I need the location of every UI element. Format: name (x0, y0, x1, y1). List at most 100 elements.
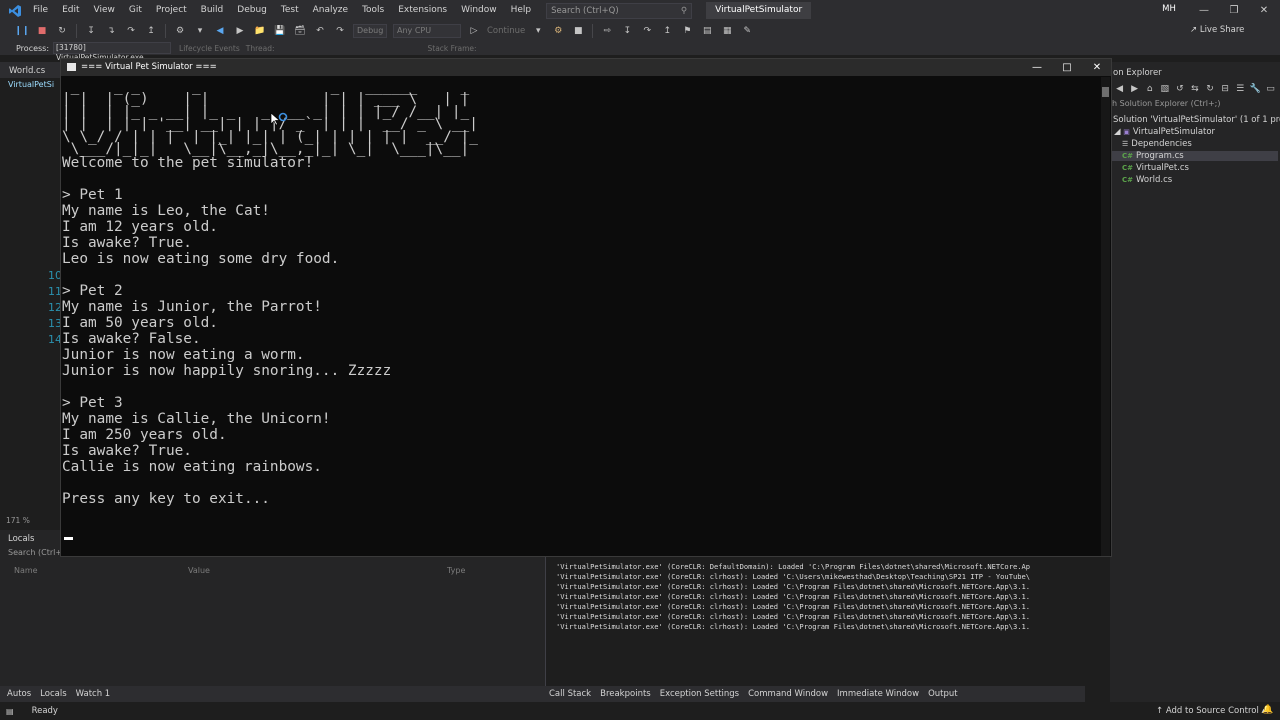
process-select[interactable]: [31780] VirtualPetSimulator.exe (53, 42, 172, 62)
tab-call-stack[interactable]: Call Stack (549, 689, 591, 699)
tab-watch-1[interactable]: Watch 1 (76, 689, 111, 699)
play-icon[interactable]: ▷ (466, 24, 482, 38)
show-next-statement-icon[interactable]: ⇨ (599, 24, 615, 38)
sol-home-icon[interactable]: ⌂ (1144, 82, 1155, 96)
tab-command-window[interactable]: Command Window (748, 689, 828, 699)
sol-back-icon[interactable]: ◀ (1114, 82, 1125, 96)
tab-world-cs[interactable]: World.cs (9, 66, 45, 76)
stack-frame-label: Stack Frame: (427, 43, 477, 53)
sol-forward-icon[interactable]: ▶ (1129, 82, 1140, 96)
menu-test[interactable]: Test (274, 0, 306, 21)
diagnostic-icon[interactable]: ⚙ (550, 24, 566, 38)
restore-icon[interactable]: ❐ (1218, 0, 1250, 21)
open-folder-icon[interactable]: 📁 (252, 24, 268, 38)
menu-build[interactable]: Build (194, 0, 231, 21)
sol-collapse-icon[interactable]: ⊟ (1220, 82, 1231, 96)
menu-debug[interactable]: Debug (230, 0, 274, 21)
menu-git[interactable]: Git (122, 0, 149, 21)
bookmark-icon[interactable]: ⚑ (679, 24, 695, 38)
configuration-select[interactable]: Debug (353, 24, 387, 38)
uncomment-icon[interactable]: ▦ (719, 24, 735, 38)
pause-icon[interactable]: ❙❙ (14, 24, 30, 38)
project-node[interactable]: ◢ ▣ VirtualPetSimulator (1114, 127, 1215, 137)
add-to-source-control-button[interactable]: ↑ Add to Source Control ▴ (1156, 706, 1266, 716)
dependencies-node[interactable]: ☰ Dependencies (1122, 139, 1192, 149)
step-out-toolbar-icon[interactable]: ↥ (659, 24, 675, 38)
menu-analyze[interactable]: Analyze (306, 0, 355, 21)
sol-sync-icon[interactable]: ⇆ (1189, 82, 1200, 96)
save-icon[interactable]: 💾 (272, 24, 288, 38)
step-into-specific-icon[interactable]: ↧ (619, 24, 635, 38)
file-node-virtualpet-cs[interactable]: C# VirtualPet.cs (1122, 163, 1189, 173)
step-over-toolbar-icon[interactable]: ↷ (639, 24, 655, 38)
format-icon[interactable]: ✎ (739, 24, 755, 38)
console-close-icon[interactable]: ✕ (1082, 59, 1112, 76)
editor-navigation-bar[interactable]: VirtualPetSi (8, 80, 54, 89)
solution-node[interactable]: Solution 'VirtualPetSimulator' (1 of 1 p… (1113, 115, 1280, 125)
continue-button[interactable]: Continue (487, 26, 525, 36)
menu-file[interactable]: File (26, 0, 55, 21)
tab-immediate-window[interactable]: Immediate Window (837, 689, 919, 699)
console-scrollbar[interactable] (1101, 77, 1110, 556)
toolbar-separator (592, 24, 594, 38)
lifecycle-events-button[interactable]: Lifecycle Events (179, 44, 240, 53)
tab-output[interactable]: Output (928, 689, 958, 699)
undo-icon[interactable]: ↶ (312, 24, 328, 38)
continue-dropdown-icon[interactable]: ▾ (530, 24, 546, 38)
stop-icon[interactable]: ■ (34, 24, 50, 38)
minimize-icon[interactable]: — (1188, 0, 1220, 21)
close-icon[interactable]: ✕ (1248, 0, 1280, 21)
menu-help[interactable]: Help (504, 0, 539, 21)
navigate-forward-icon[interactable]: ▶ (232, 24, 248, 38)
tab-exception-settings[interactable]: Exception Settings (660, 689, 739, 699)
project-node-label: VirtualPetSimulator (1132, 127, 1216, 137)
user-avatar[interactable]: MH (1160, 4, 1178, 17)
sol-switch-views-icon[interactable]: ▧ (1159, 82, 1170, 96)
break-all-icon[interactable]: ■ (570, 24, 586, 38)
console-scrollbar-thumb[interactable] (1102, 87, 1109, 97)
locals-column-type[interactable]: Type (447, 566, 465, 575)
menu-view[interactable]: View (87, 0, 122, 21)
step-icon[interactable]: ↧ (83, 24, 99, 38)
hot-reload-icon[interactable]: ⚙ (172, 24, 188, 38)
step-out-icon[interactable]: ↥ (143, 24, 159, 38)
platform-select[interactable]: Any CPU (393, 24, 461, 38)
solution-explorer-search-input[interactable]: h Solution Explorer (Ctrl+;) (1112, 99, 1278, 111)
save-all-icon[interactable]: 🗃 (292, 24, 308, 38)
restart-icon[interactable]: ↻ (54, 24, 70, 38)
tab-autos[interactable]: Autos (7, 689, 31, 699)
live-share-button[interactable]: ↗ Live Share (1190, 25, 1244, 35)
sol-refresh-icon[interactable]: ↻ (1204, 82, 1215, 96)
step-into-icon[interactable]: ↴ (103, 24, 119, 38)
expand-icon[interactable]: ◢ (1114, 127, 1121, 137)
redo-icon[interactable]: ↷ (332, 24, 348, 38)
dependencies-icon: ☰ (1122, 140, 1129, 148)
menu-tools[interactable]: Tools (355, 0, 391, 21)
console-maximize-icon[interactable]: □ (1052, 59, 1082, 76)
comment-icon[interactable]: ▤ (699, 24, 715, 38)
menu-window[interactable]: Window (454, 0, 504, 21)
locals-column-name[interactable]: Name (14, 566, 38, 575)
console-minimize-icon[interactable]: — (1022, 59, 1052, 76)
menu-project[interactable]: Project (149, 0, 194, 21)
console-window[interactable]: === Virtual Pet Simulator === — □ ✕ _ _ … (60, 58, 1112, 557)
sol-history-icon[interactable]: ↺ (1174, 82, 1185, 96)
sol-preview-icon[interactable]: ▭ (1265, 82, 1276, 96)
step-over-icon[interactable]: ↷ (123, 24, 139, 38)
tab-locals[interactable]: Locals (40, 689, 66, 699)
navigate-back-icon[interactable]: ◀ (212, 24, 228, 38)
console-title-bar[interactable]: === Virtual Pet Simulator === — □ ✕ (61, 59, 1111, 76)
hot-reload-dropdown-icon[interactable]: ▾ (192, 24, 208, 38)
notifications-icon[interactable]: 🔔 (1262, 705, 1273, 715)
sol-show-all-icon[interactable]: ☰ (1235, 82, 1246, 96)
search-input[interactable]: Search (Ctrl+Q) ⚲ (546, 2, 693, 19)
menu-edit[interactable]: Edit (55, 0, 86, 21)
locals-column-value[interactable]: Value (188, 566, 210, 575)
menu-extensions[interactable]: Extensions (391, 0, 454, 21)
zoom-level-select[interactable]: 171 % (6, 516, 30, 525)
file-node-program-cs[interactable]: C# Program.cs (1112, 151, 1278, 161)
sol-properties-icon[interactable]: 🔧 (1250, 82, 1261, 96)
tab-breakpoints[interactable]: Breakpoints (600, 689, 651, 699)
file-node-world-cs[interactable]: C# World.cs (1122, 175, 1172, 185)
